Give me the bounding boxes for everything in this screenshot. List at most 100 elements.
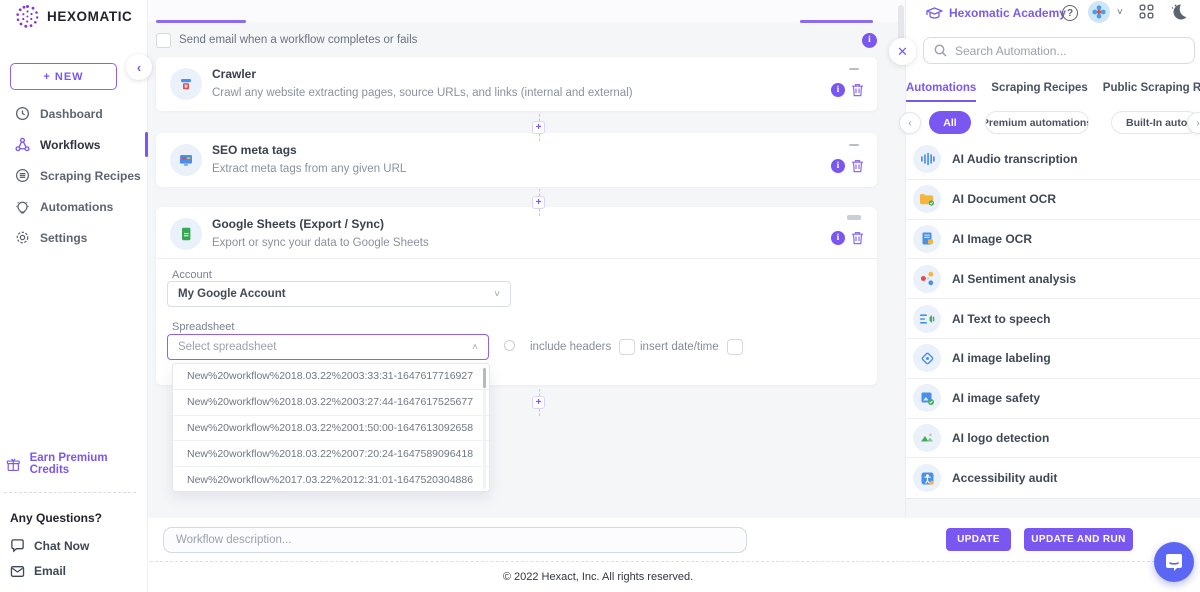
- plus-icon: +: [532, 396, 545, 409]
- graduation-cap-icon: [926, 7, 943, 20]
- academy-label: Hexomatic Academy: [949, 6, 1066, 20]
- send-email-row: Send email when a workflow completes or …: [156, 28, 877, 52]
- chevron-down-icon: ˅: [494, 289, 500, 300]
- info-icon[interactable]: i: [862, 33, 877, 48]
- sidebar: HEXOMATIC + NEW Dashboard Workflows Scra…: [0, 0, 148, 592]
- filter-all[interactable]: All: [929, 111, 971, 134]
- automations-panel: Hexomatic Academy ? ˅ ✕ Automations Scra…: [905, 0, 1200, 518]
- list-item[interactable]: Accessibility audit: [906, 458, 1200, 498]
- sidebar-nav: Dashboard Workflows Scraping Recipes Aut…: [0, 98, 148, 253]
- sidebar-item-settings[interactable]: Settings: [0, 222, 148, 253]
- close-icon[interactable]: ✕: [889, 38, 916, 65]
- trash-icon[interactable]: [850, 158, 865, 173]
- workflow-editor-area: Send email when a workflow completes or …: [148, 0, 905, 592]
- sidebar-collapse-icon[interactable]: ‹: [126, 54, 152, 80]
- list-item[interactable]: AI logo detection: [906, 419, 1200, 459]
- tab-public-scraping-recipes[interactable]: Public Scraping Recipes: [1103, 82, 1200, 102]
- divider: [150, 561, 1155, 562]
- list-item[interactable]: AI Document OCR: [906, 180, 1200, 220]
- crawler-icon: [170, 68, 202, 100]
- list-item[interactable]: AI image safety: [906, 379, 1200, 419]
- send-email-checkbox[interactable]: [156, 33, 171, 48]
- settings-icon: [14, 230, 30, 246]
- list-item[interactable]: AI Image OCR: [906, 220, 1200, 260]
- spreadsheet-option[interactable]: New%20workflow%2018.03.22%2003:33:31-164…: [173, 364, 489, 390]
- chevron-left-icon[interactable]: ‹: [899, 112, 921, 134]
- update-and-run-button[interactable]: UPDATE AND RUN: [1024, 528, 1133, 551]
- trash-icon[interactable]: [850, 230, 865, 245]
- email-link[interactable]: Email: [10, 564, 66, 578]
- brand[interactable]: HEXOMATIC: [14, 3, 132, 30]
- tab-scraping-recipes[interactable]: Scraping Recipes: [991, 82, 1088, 102]
- spreadsheet-option[interactable]: New%20workflow%2018.03.22%2001:50:00-164…: [173, 416, 489, 442]
- account-select[interactable]: My Google Account ˅: [167, 281, 511, 307]
- step-title: Google Sheets (Export / Sync): [212, 217, 384, 231]
- sidebar-item-dashboard[interactable]: Dashboard: [0, 98, 148, 129]
- sidebar-item-automations[interactable]: Automations: [0, 191, 148, 222]
- update-button[interactable]: UPDATE: [946, 528, 1011, 551]
- filter-built-in[interactable]: Built-In automa: [1111, 111, 1199, 134]
- trash-icon[interactable]: [850, 82, 865, 97]
- add-step-connector[interactable]: +: [532, 189, 546, 216]
- step-description: Export or sync your data to Google Sheet…: [212, 237, 429, 249]
- collapse-dash-icon[interactable]: [849, 68, 859, 70]
- step-title: Crawler: [212, 67, 256, 81]
- chat-now-link[interactable]: Chat Now: [10, 538, 89, 553]
- automation-search[interactable]: [923, 37, 1195, 64]
- apps-grid-icon[interactable]: [1139, 4, 1154, 22]
- brand-name: HEXOMATIC: [47, 9, 132, 24]
- chevron-down-icon[interactable]: ˅: [1117, 7, 1123, 18]
- avatar[interactable]: [1088, 1, 1110, 23]
- list-item[interactable]: AI image labeling: [906, 339, 1200, 379]
- collapse-pill-icon[interactable]: [847, 215, 861, 220]
- insert-datetime-label: insert date/time: [640, 341, 719, 353]
- dark-mode-moon-icon[interactable]: [1169, 2, 1189, 25]
- list-item-label: AI Audio transcription: [952, 152, 1078, 166]
- workflow-description-input[interactable]: [163, 527, 747, 553]
- spreadsheet-label: Spreadsheet: [172, 321, 234, 333]
- list-item[interactable]: AI Audio transcription: [906, 140, 1200, 180]
- include-headers-checkbox[interactable]: [619, 339, 635, 355]
- sidebar-item-label: Automations: [40, 200, 113, 214]
- sidebar-item-workflows[interactable]: Workflows: [0, 129, 148, 160]
- step-description: Extract meta tags from any given URL: [212, 163, 406, 175]
- sidebar-item-scraping-recipes[interactable]: Scraping Recipes: [0, 160, 148, 191]
- list-item[interactable]: AI Sentiment analysis: [906, 259, 1200, 299]
- logo-detection-icon: [913, 424, 941, 452]
- info-icon[interactable]: i: [831, 159, 845, 173]
- info-icon[interactable]: i: [831, 231, 845, 245]
- chat-widget-button[interactable]: [1154, 542, 1194, 582]
- tab-automations[interactable]: Automations: [906, 82, 976, 102]
- collapse-dash-icon[interactable]: [849, 144, 859, 146]
- list-item[interactable]: AI Text to speech: [906, 299, 1200, 339]
- automations-icon: [14, 199, 30, 215]
- divider: [4, 492, 136, 493]
- step-description: Crawl any website extracting pages, sour…: [212, 87, 633, 99]
- workflow-step-crawler[interactable]: Crawler Crawl any website extracting pag…: [156, 57, 877, 111]
- search-input[interactable]: [955, 44, 1184, 58]
- new-button[interactable]: + NEW: [10, 63, 117, 90]
- filter-premium[interactable]: Premium automations: [985, 111, 1089, 134]
- spreadsheet-select[interactable]: Select spreadsheet ˄: [167, 334, 489, 360]
- workflow-step-google-sheets[interactable]: Google Sheets (Export / Sync) Export or …: [156, 207, 877, 385]
- academy-link[interactable]: Hexomatic Academy: [926, 6, 1066, 20]
- insert-datetime-checkbox[interactable]: [727, 339, 743, 355]
- help-icon[interactable]: ?: [1062, 5, 1078, 21]
- scrollbar-thumb[interactable]: [483, 368, 486, 388]
- filter-chips: ‹ All Premium automations Built-In autom…: [906, 111, 1200, 135]
- spreadsheet-option[interactable]: New%20workflow%2018.03.22%2003:27:44-164…: [173, 390, 489, 416]
- insert-datetime-option: insert date/time: [640, 339, 743, 355]
- step-title: SEO meta tags: [212, 143, 297, 157]
- email-icon: [10, 565, 25, 578]
- image-ocr-icon: [913, 225, 941, 253]
- spreadsheet-dropdown: New%20workflow%2018.03.22%2003:33:31-164…: [172, 363, 490, 492]
- add-step-connector[interactable]: +: [532, 114, 546, 141]
- info-icon[interactable]: i: [831, 83, 845, 97]
- include-headers-option: include headers: [530, 339, 635, 355]
- earn-premium-credits-link[interactable]: Earn Premium Credits: [6, 452, 147, 476]
- workflow-step-seo[interactable]: SEO meta tags Extract meta tags from any…: [156, 133, 877, 187]
- add-step-connector[interactable]: +: [532, 389, 546, 416]
- spreadsheet-option[interactable]: New%20workflow%2017.03.22%2012:31:01-164…: [173, 467, 489, 492]
- list-item-label: AI logo detection: [952, 431, 1049, 445]
- spreadsheet-option[interactable]: New%20workflow%2018.03.22%2007:20:24-164…: [173, 441, 489, 467]
